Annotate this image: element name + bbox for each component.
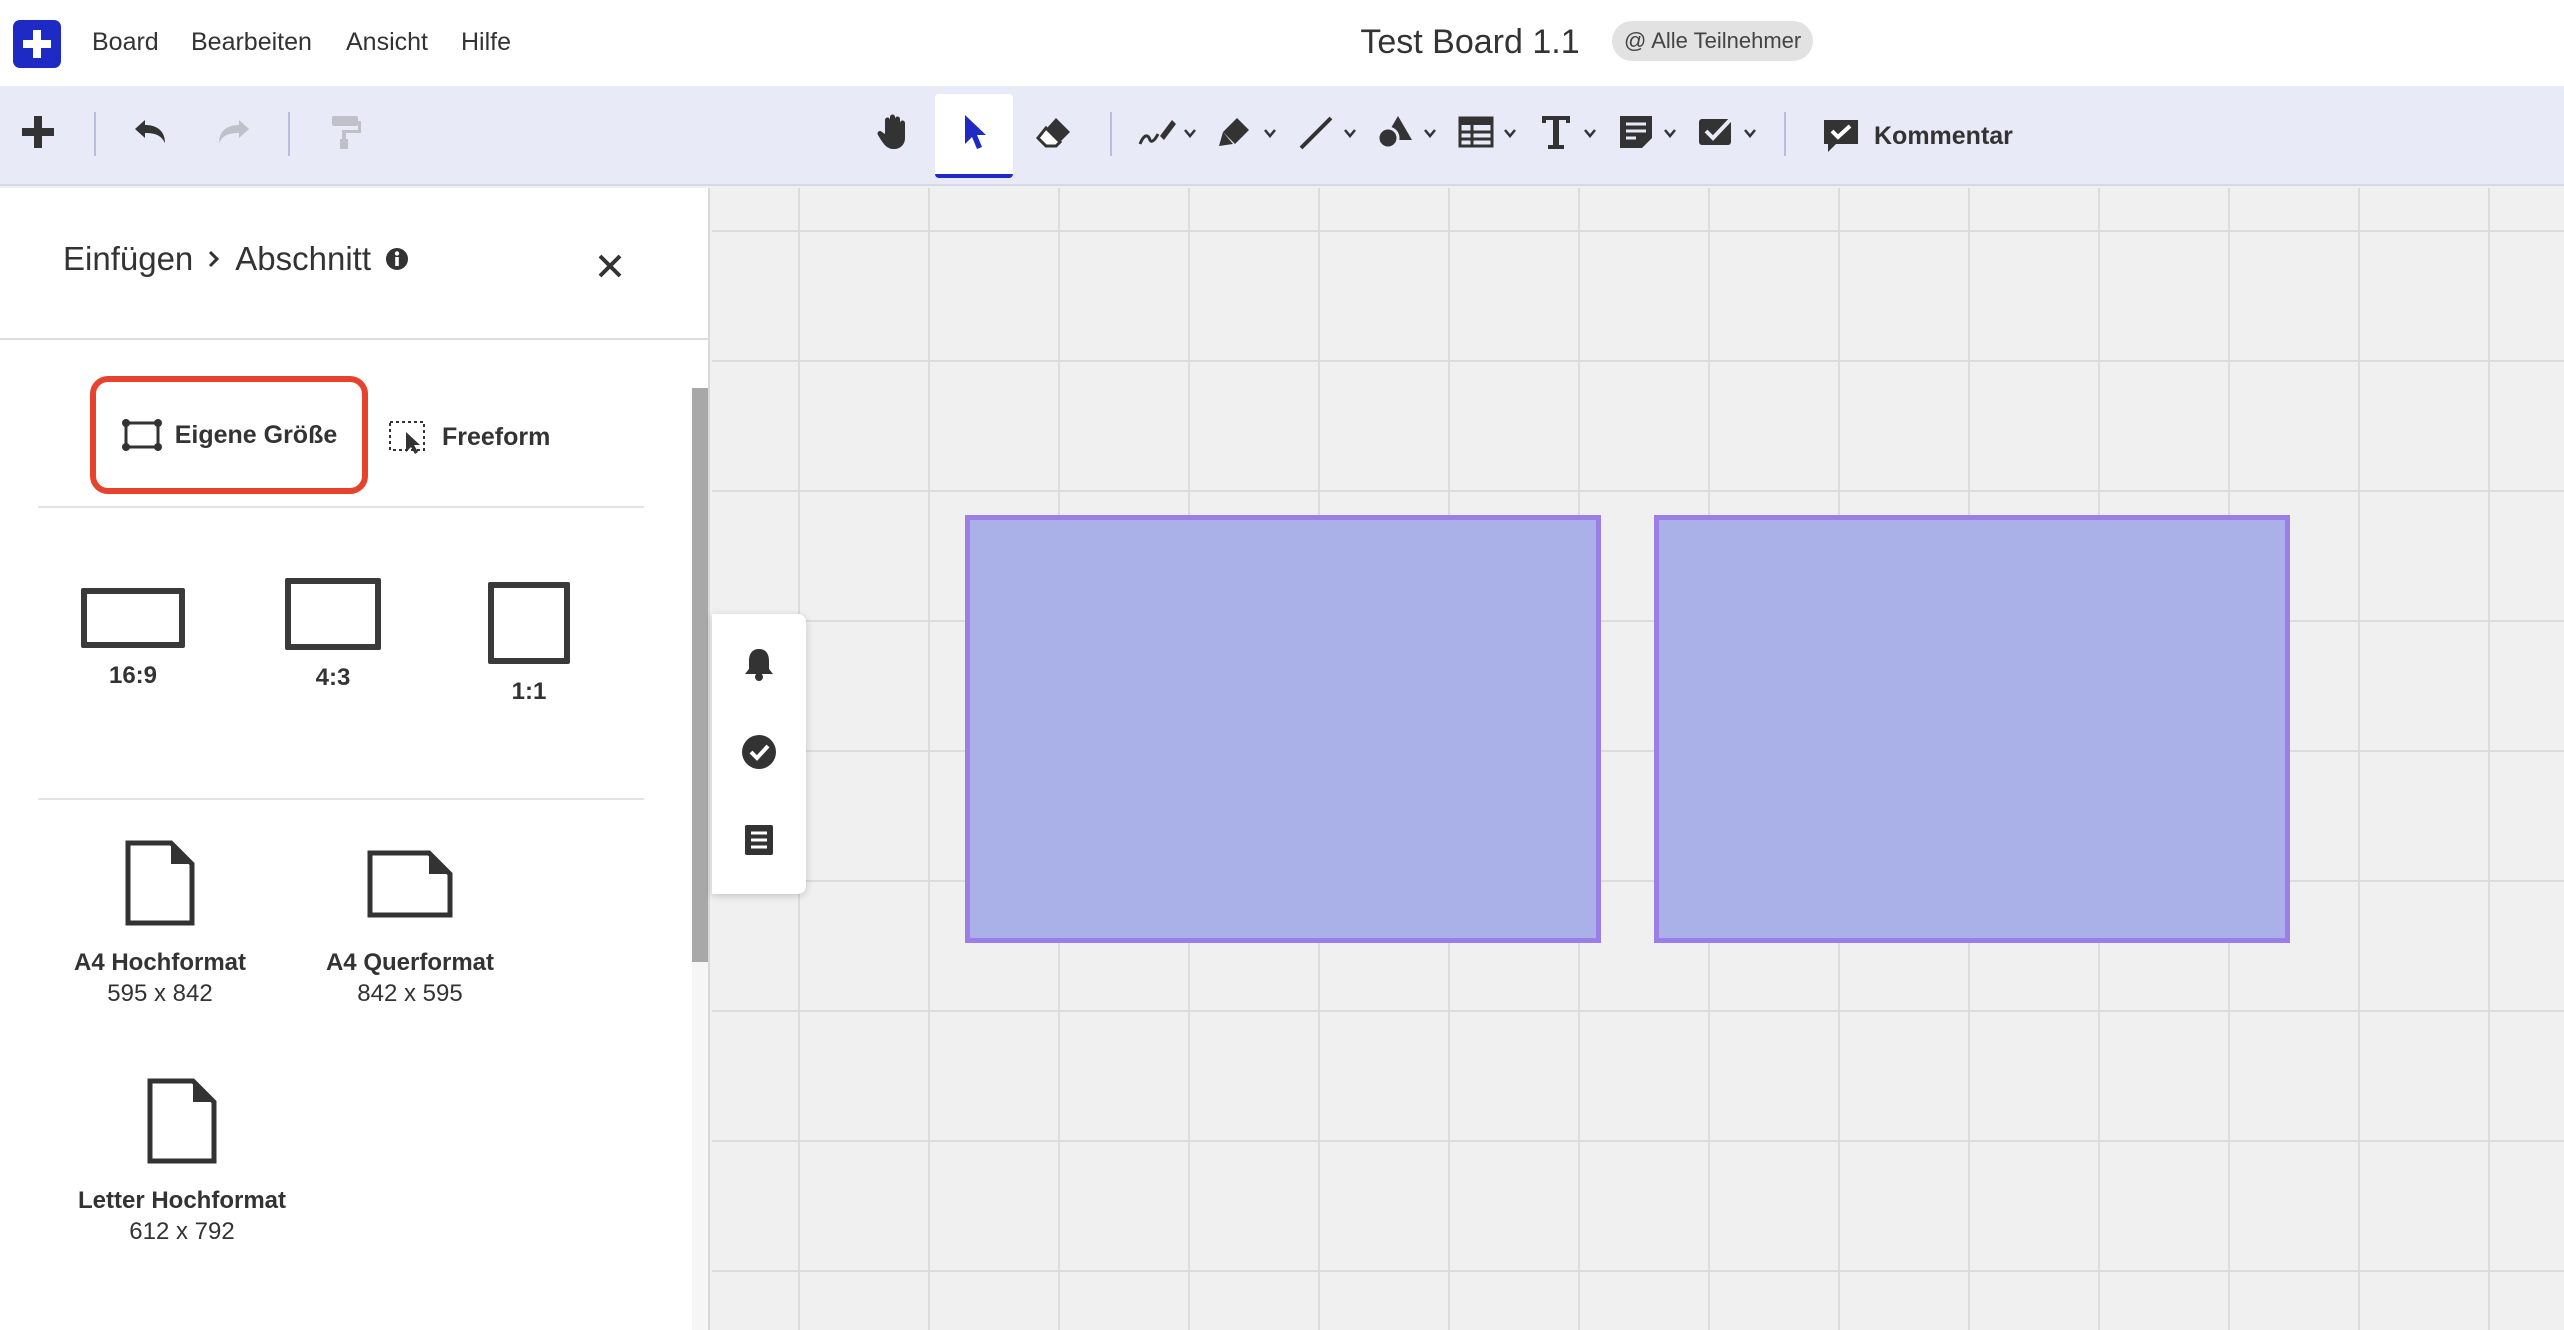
close-icon: [598, 254, 622, 278]
bell-icon[interactable]: [741, 646, 777, 682]
board-title[interactable]: Test Board 1.1: [1290, 20, 1650, 64]
format-painter-icon[interactable]: [322, 108, 370, 156]
ratio-16-9[interactable]: 16:9: [78, 588, 188, 690]
add-icon[interactable]: [14, 108, 62, 156]
ratio-16-9-shape: [81, 588, 185, 648]
menu-edit[interactable]: Bearbeiten: [191, 24, 312, 60]
toolbar-separator: [1784, 112, 1786, 156]
format-dims: 595 x 842: [107, 980, 213, 1007]
chevron-down-icon[interactable]: [1184, 128, 1196, 138]
ratio-4-3-shape: [285, 578, 381, 650]
format-name: A4 Querformat: [325, 949, 495, 976]
breadcrumb-section: Abschnitt: [235, 240, 372, 277]
mode-freeform[interactable]: Freeform: [388, 416, 550, 458]
panel-divider: [38, 798, 644, 800]
chevron-down-icon[interactable]: [1264, 128, 1276, 138]
chevron-down-icon[interactable]: [1424, 128, 1436, 138]
ratio-4-3[interactable]: 4:3: [278, 578, 388, 692]
toolbar-separator: [288, 112, 290, 156]
info-icon[interactable]: [385, 247, 409, 271]
hand-tool-icon[interactable]: [870, 108, 918, 156]
eraser-icon[interactable]: [1030, 108, 1078, 156]
canvas-side-toolbar: [712, 614, 806, 894]
freeform-icon: [389, 421, 425, 454]
section-frame[interactable]: [1654, 515, 2290, 943]
panel-scrollbar-thumb[interactable]: [692, 388, 708, 962]
panel-divider: [38, 506, 644, 508]
breadcrumb-chevron-icon: [207, 249, 221, 269]
toolbar-separator: [1110, 112, 1112, 156]
app-logo-icon[interactable]: [13, 20, 61, 68]
ratio-1-1-label: 1:1: [511, 678, 547, 705]
format-name: Letter Hochformat: [77, 1187, 287, 1214]
menu-board[interactable]: Board: [92, 24, 159, 60]
mode-freeform-label: Freeform: [442, 422, 551, 451]
format-name: A4 Hochformat: [73, 949, 247, 976]
format-a4-landscape[interactable]: A4 Querformat 842 x 595: [280, 850, 540, 1010]
shapes-icon[interactable]: [1372, 108, 1420, 156]
format-letter-portrait[interactable]: Letter Hochformat 612 x 792: [52, 1078, 312, 1248]
select-tool-icon[interactable]: [950, 108, 998, 156]
page-landscape-icon: [367, 850, 453, 918]
format-a4-portrait[interactable]: A4 Hochformat 595 x 842: [30, 840, 290, 1010]
breadcrumb: Einfügen Abschnitt: [63, 240, 409, 278]
ratio-1-1-shape: [488, 582, 570, 664]
sticky-note-icon[interactable]: [1612, 108, 1660, 156]
insert-section-panel: Einfügen Abschnitt Eigene Größe Freeform…: [0, 188, 710, 1330]
list-icon[interactable]: [741, 822, 777, 858]
chevron-down-icon[interactable]: [1584, 128, 1596, 138]
menu-help[interactable]: Hilfe: [461, 24, 511, 60]
comment-label: Kommentar: [1874, 121, 2013, 150]
line-tool-icon[interactable]: [1292, 108, 1340, 156]
redo-icon[interactable]: [210, 108, 258, 156]
comment-button[interactable]: Kommentar: [1822, 114, 2013, 158]
mode-custom-size[interactable]: Eigene Größe: [90, 376, 368, 494]
pen-tool-icon[interactable]: [1132, 108, 1180, 156]
chevron-down-icon[interactable]: [1744, 128, 1756, 138]
ratio-16-9-label: 16:9: [108, 662, 158, 689]
comment-icon: [1824, 120, 1858, 152]
panel-header: Einfügen Abschnitt: [0, 188, 710, 340]
table-icon[interactable]: [1452, 108, 1500, 156]
chevron-down-icon[interactable]: [1504, 128, 1516, 138]
format-dims: 612 x 792: [129, 1218, 235, 1245]
menu-bar: Board Bearbeiten Ansicht Hilfe Test Boar…: [0, 0, 2564, 86]
text-tool-icon[interactable]: [1532, 108, 1580, 156]
toolbar: Kommentar: [0, 86, 2564, 186]
page-portrait-icon: [147, 1078, 217, 1164]
check-circle-icon[interactable]: [741, 734, 777, 770]
participants-badge[interactable]: @ Alle Teilnehmer: [1612, 21, 1814, 61]
ratio-4-3-label: 4:3: [315, 664, 351, 691]
highlighter-icon[interactable]: [1212, 108, 1260, 156]
section-frame[interactable]: [965, 515, 1601, 943]
mode-custom-label: Eigene Größe: [174, 420, 338, 449]
ratio-1-1[interactable]: 1:1: [474, 582, 584, 706]
page-portrait-icon: [125, 840, 195, 926]
task-icon[interactable]: [1692, 108, 1740, 156]
undo-icon[interactable]: [126, 108, 174, 156]
chevron-down-icon[interactable]: [1664, 128, 1676, 138]
close-button[interactable]: [590, 246, 630, 286]
toolbar-separator: [94, 112, 96, 156]
menu-view[interactable]: Ansicht: [346, 24, 428, 60]
chevron-down-icon[interactable]: [1344, 128, 1356, 138]
custom-size-icon: [121, 419, 162, 451]
breadcrumb-insert[interactable]: Einfügen: [63, 240, 193, 278]
format-dims: 842 x 595: [357, 980, 463, 1007]
